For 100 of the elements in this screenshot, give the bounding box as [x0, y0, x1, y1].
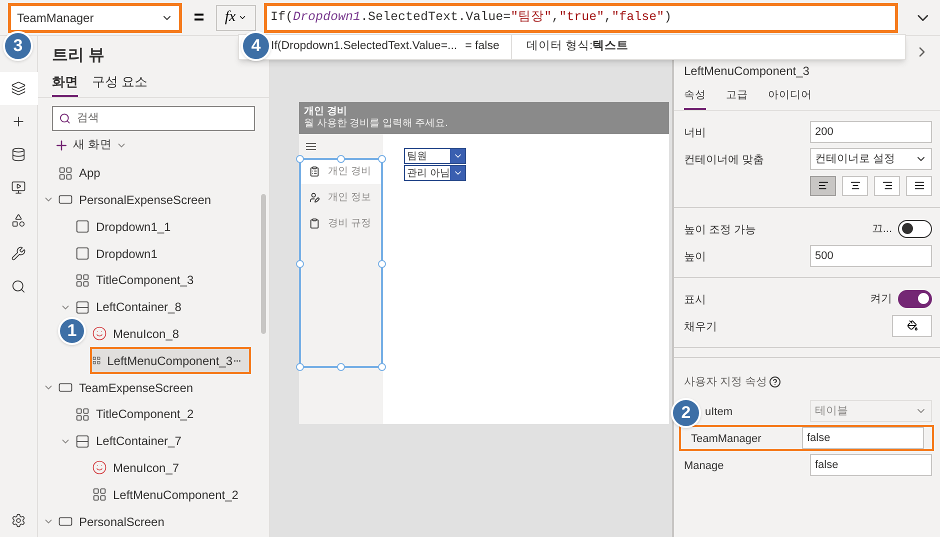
menu-item-label: 경비 규정 [328, 216, 371, 230]
fx-button[interactable]: fx [216, 4, 256, 30]
tree-item-label: PersonalExpenseScreen [79, 192, 212, 209]
panel-tab[interactable]: 화면 [52, 72, 78, 96]
align-button[interactable] [810, 176, 836, 196]
paint-bucket-icon [906, 320, 918, 332]
align-icon [818, 180, 828, 192]
property-label: 너비 [684, 126, 706, 139]
tree-item[interactable]: Dropdown1_1 [75, 213, 171, 240]
align-button[interactable] [874, 176, 900, 196]
tree-item[interactable]: LeftContainer_7 [60, 428, 182, 455]
search-field[interactable]: 검색 [52, 106, 255, 130]
hamburger-icon[interactable] [306, 142, 316, 150]
property-dropdown[interactable]: TeamManager [8, 2, 182, 32]
property-label: 채우기 [684, 320, 717, 333]
properties-tab[interactable]: 아이디어 [768, 88, 812, 110]
scrollbar[interactable] [261, 194, 266, 334]
property-label: 높이 조정 가능 [684, 224, 756, 236]
tree-item[interactable]: TeamExpenseScreen [43, 374, 194, 401]
property-label: uItem [705, 406, 733, 418]
expression-preview: If(Dropdown1.SelectedText.Value=... [271, 39, 458, 54]
tree-item-label: LeftContainer_8 [96, 299, 182, 316]
clipboard-icon [309, 166, 320, 176]
properties-tab[interactable]: 고급 [726, 88, 748, 110]
property-label: TeamManager [691, 433, 762, 446]
tree-item[interactable]: Dropdown1 [75, 240, 158, 267]
tree-item[interactable]: App [58, 160, 100, 187]
header-subtitle: 월 사용한 경비를 입력해 주세요. [304, 118, 449, 130]
dropdown-icon [75, 219, 90, 234]
grid-icon [92, 487, 107, 502]
smiley-icon [92, 460, 107, 476]
properties-tab[interactable]: 속성 [684, 88, 706, 110]
tree-item-label: LeftContainer_7 [96, 433, 182, 450]
layers-icon[interactable] [0, 72, 38, 105]
property-input[interactable]: false [802, 427, 924, 450]
app-dropdown[interactable]: 관리 아님 [404, 165, 466, 181]
tree-item[interactable]: MenuIcon_7 [92, 454, 180, 482]
property-label: 높이 [684, 250, 706, 263]
search-icon [59, 112, 71, 124]
grid-icon [58, 166, 73, 181]
header-title: 개인 경비 [304, 106, 348, 118]
app-dropdown[interactable]: 팀원 [404, 148, 466, 164]
tree-item[interactable]: TitleComponent_2 [75, 400, 194, 428]
tree-item-label: Dropdown1_1 [96, 218, 171, 236]
tree-item[interactable]: PersonalExpenseScreen [43, 186, 212, 214]
align-icon [914, 180, 924, 192]
fill-color-button[interactable] [892, 314, 932, 337]
tree-item-label: TitleComponent_2 [96, 406, 194, 424]
grid-icon [75, 406, 90, 422]
tree-item[interactable]: PersonalScreen [43, 508, 164, 535]
property-label: Manage [684, 460, 724, 472]
tree-item-label: TeamExpenseScreen [79, 380, 194, 397]
grid-icon [75, 272, 90, 288]
menu-item-label: 개인 경비 [328, 164, 371, 178]
tree-item-label: PersonalScreen [79, 514, 164, 530]
tree-item-label: LeftMenuComponent_2 [113, 486, 238, 504]
property-input[interactable]: 200 [810, 120, 932, 143]
data-type-label: 데이터 형식:텍스트 [526, 39, 629, 54]
align-icon [850, 180, 860, 192]
new-screen-button[interactable]: 새 화면 [54, 136, 128, 154]
result-preview: = false [465, 35, 512, 59]
smiley-icon [92, 326, 107, 342]
tree-item[interactable]: MenuIcon_8 [92, 320, 180, 348]
help-icon[interactable] [769, 376, 782, 388]
tree-item-label: TitleComponent_3 [96, 272, 194, 290]
dropdown-icon [75, 246, 90, 262]
panel-tab[interactable]: 구성 요소 [92, 72, 148, 96]
toggle-state-text: 켜기 [870, 292, 892, 306]
tree-item-label: MenuIcon_8 [113, 326, 180, 343]
tree-item-label: App [79, 165, 100, 182]
align-button[interactable] [906, 176, 932, 196]
menu-item-label: 개인 정보 [328, 190, 371, 204]
align-icon [882, 180, 892, 192]
equals-sign: = [192, 6, 206, 29]
user-icon [309, 192, 320, 202]
formula-field[interactable]: If(Dropdown1.SelectedText.Value="팀장","true","false") [264, 2, 898, 32]
plus-icon [54, 138, 69, 153]
component-name: LeftMenuComponent_3 [683, 63, 810, 80]
rows-icon [75, 434, 90, 449]
tree-item-label: MenuIcon_7 [113, 460, 180, 477]
clipboard-icon [309, 218, 320, 228]
align-button[interactable] [842, 176, 868, 196]
property-input[interactable]: false [810, 454, 932, 476]
tree-item[interactable]: LeftMenuComponent_2 [92, 481, 238, 508]
toggle-switch[interactable] [898, 290, 932, 308]
property-label: 컨테이너에 맞춤 [684, 154, 764, 166]
chevron-icon [238, 13, 247, 22]
tree-item[interactable]: TitleComponent_3 [75, 266, 194, 294]
property-input[interactable]: 500 [810, 244, 932, 267]
tree-item[interactable]: LeftMenuComponent_3 [90, 347, 251, 374]
toggle-state-text: 끄... [872, 222, 892, 236]
section-title: 사용자 지정 속성 [684, 374, 768, 390]
tree-item-label: LeftMenuComponent_3 [107, 352, 233, 370]
property-select[interactable]: 컨테이너로 설정 [810, 148, 932, 170]
panel-title: 트리 뷰 [52, 47, 104, 64]
search-input[interactable]: 검색 [76, 110, 248, 126]
tree-item-label: Dropdown1 [96, 246, 158, 263]
property-label: 표시 [684, 294, 706, 306]
rows-icon [75, 300, 90, 315]
toggle-switch[interactable] [898, 220, 932, 238]
